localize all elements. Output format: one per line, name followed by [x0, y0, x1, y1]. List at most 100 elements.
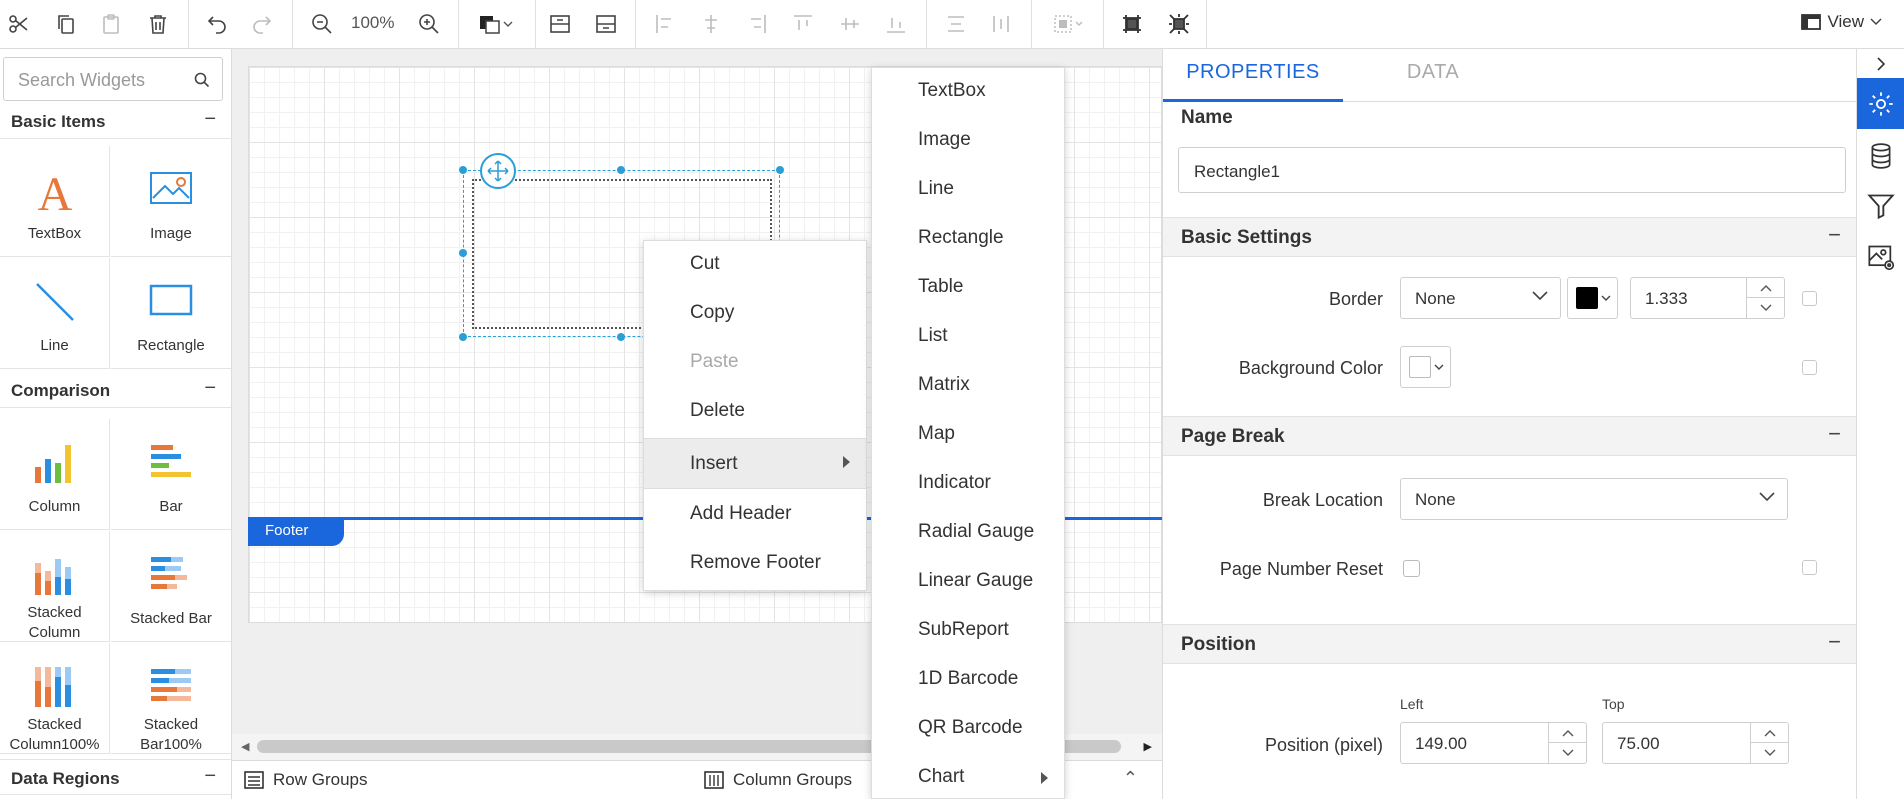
menu-item-insert[interactable]: Insert [644, 438, 866, 489]
submenu-item-indicator[interactable]: Indicator [872, 460, 1064, 509]
menu-item-copy[interactable]: Copy [644, 290, 866, 337]
break-location-select[interactable]: None [1400, 478, 1788, 520]
section-position[interactable]: Position − [1163, 624, 1856, 664]
delete-icon[interactable] [141, 7, 175, 41]
category-basic-items[interactable]: Basic Items − [0, 103, 231, 139]
resize-handle[interactable] [617, 166, 625, 174]
collapse-icon[interactable]: − [1828, 222, 1841, 248]
collapse-icon[interactable]: − [204, 377, 216, 400]
undo-icon[interactable] [200, 7, 234, 41]
menu-item-cut[interactable]: Cut [644, 241, 866, 288]
footer-tag[interactable]: Footer [248, 517, 344, 546]
background-expression-checkbox[interactable] [1802, 360, 1817, 375]
page-number-reset-expression-checkbox[interactable] [1802, 560, 1817, 575]
align-middle-icon[interactable] [833, 7, 867, 41]
properties-gear-icon[interactable] [1857, 78, 1904, 129]
widget-stacked-column100[interactable]: Stacked Column100% [0, 643, 110, 754]
widget-rectangle[interactable]: Rectangle [111, 258, 231, 369]
fit-to-width-icon[interactable] [1162, 7, 1196, 41]
spin-up-icon[interactable] [1549, 723, 1586, 743]
collapse-icon[interactable]: − [1828, 629, 1841, 655]
zoom-in-icon[interactable] [412, 7, 446, 41]
fit-to-page-icon[interactable] [1115, 7, 1149, 41]
widget-line[interactable]: Line [0, 258, 110, 369]
category-comparison[interactable]: Comparison − [0, 372, 231, 408]
menu-item-delete[interactable]: Delete [644, 388, 866, 435]
distribute-horizontal-icon[interactable] [939, 7, 973, 41]
zoom-out-icon[interactable] [305, 7, 339, 41]
border-width-input[interactable]: 1.333 [1630, 277, 1785, 319]
submenu-item-chart[interactable]: Chart [872, 754, 1064, 798]
submenu-item-image[interactable]: Image [872, 117, 1064, 166]
spin-up-icon[interactable] [1751, 723, 1788, 743]
spin-down-icon[interactable] [1747, 298, 1784, 318]
menu-item-add-header[interactable]: Add Header [644, 491, 866, 538]
position-left-input[interactable]: 149.00 [1400, 722, 1587, 764]
widget-stacked-bar[interactable]: Stacked Bar [111, 531, 231, 642]
submenu-item-linear-gauge[interactable]: Linear Gauge [872, 558, 1064, 607]
resize-handle[interactable] [459, 333, 467, 341]
border-style-select[interactable]: None [1400, 277, 1561, 319]
submenu-item-radial-gauge[interactable]: Radial Gauge [872, 509, 1064, 558]
widget-search-input[interactable]: Search Widgets [3, 57, 223, 101]
redo-icon[interactable] [245, 7, 279, 41]
widget-stacked-bar100[interactable]: Stacked Bar100% [111, 643, 231, 754]
widget-textbox[interactable]: A TextBox [0, 146, 110, 257]
menu-item-paste[interactable]: Paste [644, 339, 866, 386]
tab-properties[interactable]: PROPERTIES [1163, 49, 1343, 102]
align-right-icon[interactable] [740, 7, 774, 41]
layer-order-icon[interactable] [470, 7, 522, 41]
distribute-vertical-icon[interactable] [984, 7, 1018, 41]
spin-down-icon[interactable] [1751, 743, 1788, 763]
border-expression-checkbox[interactable] [1802, 291, 1817, 306]
collapse-icon[interactable]: − [204, 765, 216, 788]
submenu-item-matrix[interactable]: Matrix [872, 362, 1064, 411]
group-icon[interactable] [1045, 7, 1093, 41]
submenu-item-table[interactable]: Table [872, 264, 1064, 313]
submenu-item-1d-barcode[interactable]: 1D Barcode [872, 656, 1064, 705]
category-data-regions[interactable]: Data Regions − [0, 759, 231, 795]
align-left-icon[interactable] [648, 7, 682, 41]
header-icon[interactable] [543, 7, 577, 41]
submenu-item-rectangle[interactable]: Rectangle [872, 215, 1064, 264]
align-top-icon[interactable] [786, 7, 820, 41]
submenu-item-line[interactable]: Line [872, 166, 1064, 215]
name-input[interactable]: Rectangle1 [1178, 147, 1846, 193]
border-color-picker[interactable] [1567, 277, 1618, 319]
cut-icon[interactable] [2, 7, 36, 41]
widget-column-chart[interactable]: Column [0, 419, 110, 530]
align-bottom-icon[interactable] [879, 7, 913, 41]
page-number-reset-checkbox[interactable] [1403, 560, 1420, 577]
widget-stacked-column[interactable]: Stacked Column [0, 531, 110, 642]
data-source-icon[interactable] [1857, 130, 1904, 181]
position-top-input[interactable]: 75.00 [1602, 722, 1789, 764]
resize-handle[interactable] [617, 333, 625, 341]
tab-data[interactable]: DATA [1343, 49, 1523, 102]
footer-icon[interactable] [589, 7, 623, 41]
expand-groups-icon[interactable]: ⌃ [1123, 768, 1138, 789]
resize-handle[interactable] [776, 166, 784, 174]
resize-handle[interactable] [459, 166, 467, 174]
section-page-break[interactable]: Page Break − [1163, 416, 1856, 456]
section-basic-settings[interactable]: Basic Settings − [1163, 217, 1856, 257]
spin-up-icon[interactable] [1747, 278, 1784, 298]
collapse-icon[interactable]: − [204, 108, 216, 131]
widget-image[interactable]: Image [111, 146, 231, 257]
collapse-icon[interactable]: − [1828, 421, 1841, 447]
align-center-icon[interactable] [694, 7, 728, 41]
submenu-item-list[interactable]: List [872, 313, 1064, 362]
view-button[interactable]: View [1801, 12, 1882, 32]
move-handle-icon[interactable] [480, 153, 516, 189]
row-groups-button[interactable]: Row Groups [244, 770, 367, 790]
resize-handle[interactable] [459, 249, 467, 257]
copy-icon[interactable] [49, 7, 83, 41]
background-color-picker[interactable] [1400, 346, 1451, 388]
column-groups-button[interactable]: Column Groups [704, 770, 852, 790]
spin-down-icon[interactable] [1549, 743, 1586, 763]
submenu-item-map[interactable]: Map [872, 411, 1064, 460]
scroll-right-icon[interactable]: ▶ [1144, 740, 1152, 753]
filter-icon[interactable] [1857, 180, 1904, 231]
image-manager-icon[interactable] [1857, 231, 1904, 282]
submenu-item-textbox[interactable]: TextBox [872, 68, 1064, 117]
submenu-item-qr-barcode[interactable]: QR Barcode [872, 705, 1064, 754]
